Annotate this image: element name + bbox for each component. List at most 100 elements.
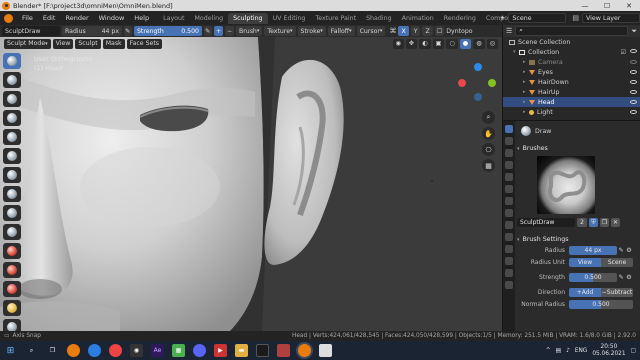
smooth-tool[interactable] xyxy=(3,205,21,221)
filter-icon[interactable]: ⏷ xyxy=(631,27,637,36)
network-icon[interactable]: ▤ xyxy=(556,348,561,354)
duplicate-brush-icon[interactable]: ❐ xyxy=(600,218,609,227)
menu-face-sets[interactable]: Face Sets xyxy=(126,38,162,49)
tab-shading[interactable]: Shading xyxy=(361,13,397,24)
tab-rendering[interactable]: Rendering xyxy=(439,13,481,24)
menu-sculpt[interactable]: Sculpt xyxy=(75,38,101,49)
x-axis-icon[interactable] xyxy=(458,79,466,87)
eye-icon[interactable] xyxy=(630,60,637,64)
strength-prop-slider[interactable]: 0.500 xyxy=(569,273,617,282)
epic-games-icon[interactable] xyxy=(256,344,269,357)
scene-selector[interactable]: Scene xyxy=(508,13,567,23)
data-tab-icon[interactable] xyxy=(505,257,513,265)
eye-icon[interactable] xyxy=(630,100,637,104)
outliner-row-hairdown[interactable]: ▸ HairDown xyxy=(503,77,640,87)
object-tab-icon[interactable] xyxy=(505,197,513,205)
crease-tool[interactable] xyxy=(3,186,21,202)
menu-edit[interactable]: Edit xyxy=(38,14,61,22)
inflate-tool[interactable] xyxy=(3,148,21,164)
pressure-strength-icon[interactable]: ✎ xyxy=(204,26,212,36)
outliner-editor-icon[interactable]: ☰ xyxy=(506,27,512,35)
solid-shading-icon[interactable]: ● xyxy=(459,38,472,49)
xray-toggle-icon[interactable]: ▣ xyxy=(432,38,445,49)
pressure-radius-icon[interactable]: ✎ xyxy=(124,26,132,36)
menu-window[interactable]: Window xyxy=(94,14,130,22)
blender-menu-icon[interactable] xyxy=(4,13,13,23)
pressure-icon[interactable]: ✎ xyxy=(617,274,625,281)
volume-icon[interactable]: ♪ xyxy=(566,348,570,354)
task-view-icon[interactable]: ❐ xyxy=(46,344,59,357)
texture-tab-icon[interactable] xyxy=(505,281,513,289)
tab-texture-paint[interactable]: Texture Paint xyxy=(310,13,361,24)
rendered-shading-icon[interactable]: ◎ xyxy=(486,38,498,49)
fake-user-shield-icon[interactable]: ⛨ xyxy=(589,218,598,227)
eye-icon[interactable] xyxy=(630,48,637,53)
modifier-tab-icon[interactable] xyxy=(505,209,513,217)
symmetry-y-button[interactable]: Y xyxy=(410,26,421,36)
outliner-row-collection[interactable]: ▾ Collection ☑ xyxy=(503,47,640,57)
mode-selector[interactable]: Sculpt Mode xyxy=(4,38,51,49)
mask-tool[interactable] xyxy=(3,319,21,331)
overlay-toggle-icon[interactable]: ◐ xyxy=(419,38,431,49)
view-layer-tab-icon[interactable] xyxy=(505,161,513,169)
blob-tool[interactable] xyxy=(3,167,21,183)
tab-uv-editing[interactable]: UV Editing xyxy=(268,13,311,24)
zoom-icon[interactable]: ⌕ xyxy=(482,111,495,124)
dyntopo-checkbox[interactable]: ☐ xyxy=(434,26,445,36)
radius-field[interactable]: Radius 44 px xyxy=(62,26,122,36)
outliner-search-input[interactable]: ⌕ xyxy=(515,26,629,36)
tool-tab-icon[interactable] xyxy=(505,125,513,133)
3d-viewport[interactable]: User Orthographic (1) Head ⌕ ✋ ⎔ ▦ xyxy=(0,37,502,331)
checkbox-icon[interactable]: ☑ xyxy=(621,49,626,56)
minimize-button[interactable]: — xyxy=(574,0,596,11)
camera-view-icon[interactable]: ⎔ xyxy=(482,143,495,156)
particles-tab-icon[interactable] xyxy=(505,221,513,229)
spreadsheet-app-icon[interactable]: ▦ xyxy=(172,344,185,357)
grab-tool[interactable] xyxy=(3,243,21,259)
clock[interactable]: 20:50 05.06.2021 xyxy=(592,344,625,358)
z-axis-icon[interactable] xyxy=(474,63,482,71)
photo-app-icon[interactable] xyxy=(277,344,290,357)
render-tab-icon[interactable] xyxy=(505,137,513,145)
media-app-icon[interactable]: ▶ xyxy=(214,344,227,357)
windows-start-icon[interactable]: ⊞ xyxy=(4,344,17,357)
tab-modeling[interactable]: Modeling xyxy=(190,13,229,24)
tab-animation[interactable]: Animation xyxy=(397,13,439,24)
blender-taskbar-icon[interactable] xyxy=(67,344,80,357)
language-indicator[interactable]: ENG xyxy=(575,348,588,354)
brush-name-field[interactable]: SculptDraw xyxy=(517,218,575,227)
maximize-button[interactable]: ☐ xyxy=(596,0,618,11)
outliner-row-camera[interactable]: ▸ Camera xyxy=(503,57,640,67)
physics-tab-icon[interactable] xyxy=(505,233,513,241)
wireframe-shading-icon[interactable]: ○ xyxy=(446,38,458,49)
notepad-icon[interactable] xyxy=(319,344,332,357)
brush-selector[interactable]: SculptDraw xyxy=(2,26,60,36)
material-tab-icon[interactable] xyxy=(505,269,513,277)
direction-add-option[interactable]: + Add xyxy=(569,288,601,297)
y-axis-icon[interactable] xyxy=(488,79,496,87)
outliner-row-scene-collection[interactable]: Scene Collection xyxy=(503,37,640,47)
output-tab-icon[interactable] xyxy=(505,149,513,157)
add-direction-icon[interactable]: + xyxy=(214,26,223,36)
outliner-row-hairup[interactable]: ▸ HairUp xyxy=(503,87,640,97)
tab-sculpting[interactable]: Sculpting xyxy=(228,12,268,24)
outliner-row-eyes[interactable]: ▸ Eyes xyxy=(503,67,640,77)
after-effects-icon[interactable]: Ae xyxy=(151,344,164,357)
flatten-tool[interactable] xyxy=(3,224,21,240)
radius-settings-icon[interactable]: ⚙ xyxy=(625,247,633,254)
brush-users-count[interactable]: 2 xyxy=(577,218,587,227)
eye-icon[interactable] xyxy=(630,110,637,114)
strength-settings-icon[interactable]: ⚙ xyxy=(625,274,633,281)
radius-prop-field[interactable]: 44 px xyxy=(569,246,617,255)
close-button[interactable]: ✕ xyxy=(618,0,640,11)
pressure-icon[interactable]: ✎ xyxy=(617,247,625,254)
tray-chevron-icon[interactable]: ^ xyxy=(546,348,551,354)
constraints-tab-icon[interactable] xyxy=(505,245,513,253)
unlink-brush-icon[interactable]: ✕ xyxy=(611,218,620,227)
pose-tool[interactable] xyxy=(3,300,21,316)
tab-layout[interactable]: Layout xyxy=(158,13,189,24)
cursor-menu[interactable]: Cursor xyxy=(356,26,386,36)
draw-tool[interactable] xyxy=(3,53,21,69)
brush-settings-panel-title[interactable]: Brush Settings xyxy=(517,234,640,245)
world-tab-icon[interactable] xyxy=(505,185,513,193)
